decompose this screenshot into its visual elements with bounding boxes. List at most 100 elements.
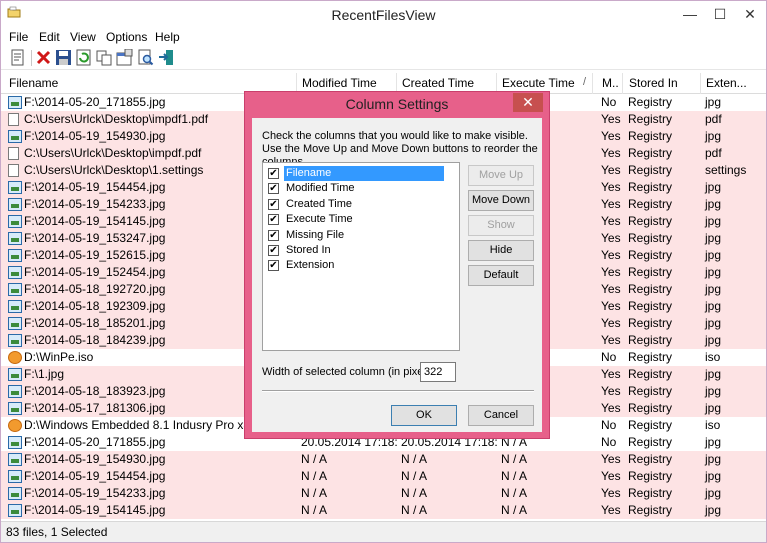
missing-file-cell: Yes [601,146,621,160]
move-down-button[interactable]: Move Down [468,190,534,211]
missing-file-cell: No [601,95,617,109]
column-item-label: Modified Time [286,182,355,195]
dialog-close-button[interactable]: ✕ [513,93,543,112]
column-item-label: Stored In [286,244,331,256]
exit-icon[interactable] [158,49,175,66]
refresh-icon[interactable] [75,49,92,66]
missing-file-cell: Yes [601,503,621,517]
column-checkbox[interactable]: ✔ [268,214,279,226]
stored-in-cell: Registry [628,503,673,517]
column-checklist[interactable]: ✔ Filename ✔ Modified Time ✔ Created Time ✔ Exe… [262,162,460,351]
modified-time-cell: N / A [301,452,328,466]
main-window: RecentFilesView — ☐ ✕ File Edit View Opt… [0,0,767,543]
column-checkbox[interactable]: ✔ [268,245,279,256]
extension-cell: jpg [705,214,722,228]
extension-cell: jpg [705,333,722,347]
extension-cell: jpg [705,452,722,466]
column-checkbox[interactable]: ✔ [268,198,279,210]
filename-cell: F:\2014-05-19_154233.jpg [24,486,166,500]
table-row[interactable]: F:\2014-05-19_154930.jpg N / A N / A N / A Y… [1,451,766,468]
move-up-button[interactable]: Move Up [468,165,534,186]
default-button[interactable]: Default [468,265,534,286]
stored-in-cell: Registry [628,180,673,194]
extension-cell: jpg [705,282,722,296]
missing-file-cell: Yes [601,367,621,381]
menu-help[interactable]: Help [155,30,180,44]
ok-button[interactable]: OK [391,405,457,426]
extension-cell: jpg [705,299,722,313]
stored-in-cell: Registry [628,146,673,160]
column-item[interactable]: ✔ Filename [268,166,444,181]
column-checkbox[interactable]: ✔ [268,260,279,272]
stored-in-cell: Registry [628,384,673,398]
menu-view[interactable]: View [70,30,96,44]
execute-time-cell: N / A [501,469,528,483]
extension-cell: jpg [705,469,722,483]
column-item[interactable]: ✔ Missing File [268,228,344,243]
column-item[interactable]: ✔ Created Time [268,197,352,212]
stored-in-cell: Registry [628,350,673,364]
column-checkbox[interactable]: ✔ [268,183,279,195]
modified-time-cell: N / A [301,503,328,517]
filename-cell: F:\2014-05-19_154930.jpg [24,452,166,466]
extension-cell: jpg [705,486,722,500]
column-item[interactable]: ✔ Stored In [268,243,331,258]
missing-file-cell: Yes [601,248,621,262]
status-bar: 83 files, 1 Selected [1,521,766,542]
column-checkbox[interactable]: ✔ [268,168,279,179]
settings-icon[interactable] [116,49,133,66]
missing-file-cell: Yes [601,452,621,466]
table-row[interactable]: F:\2014-05-19_154145.jpg N / A N / A N / A Y… [1,502,766,519]
extension-cell: jpg [705,316,722,330]
stored-in-cell: Registry [628,265,673,279]
properties-icon[interactable] [9,49,26,66]
column-item[interactable]: ✔ Modified Time [268,181,354,196]
header-missing-file[interactable]: M.. [597,73,623,94]
stored-in-cell: Registry [628,214,673,228]
created-time-cell: N / A [401,486,428,500]
menu-file[interactable]: File [9,30,28,44]
extension-cell: jpg [705,95,722,109]
modified-time-cell: N / A [301,469,328,483]
missing-file-cell: Yes [601,333,621,347]
column-width-label: Width of selected column (in pixels): [262,366,439,378]
missing-file-cell: Yes [601,384,621,398]
column-width-input[interactable]: 322 [420,362,456,382]
column-item[interactable]: ✔ Extension [268,258,334,273]
hide-button[interactable]: Hide [468,240,534,261]
stored-in-cell: Registry [628,248,673,262]
header-stored-in[interactable]: Stored In [624,73,701,94]
missing-file-cell: No [601,350,617,364]
extension-cell: settings [705,163,747,177]
copy-icon[interactable] [96,49,113,66]
header-extension[interactable]: Exten... [701,73,766,94]
missing-file-cell: Yes [601,112,621,126]
show-button[interactable]: Show [468,215,534,236]
maximize-button[interactable]: ☐ [705,1,735,28]
minimize-button[interactable]: — [675,1,705,28]
extension-cell: jpg [705,197,722,211]
column-checkbox[interactable]: ✔ [268,229,279,241]
created-time-cell: N / A [401,469,428,483]
missing-file-cell: Yes [601,316,621,330]
extension-cell: jpg [705,180,722,194]
table-row[interactable]: F:\2014-05-19_154454.jpg N / A N / A N / A Y… [1,468,766,485]
missing-file-cell: Yes [601,197,621,211]
close-button[interactable]: ✕ [735,1,765,28]
save-icon[interactable] [55,49,72,66]
menu-options[interactable]: Options [106,30,147,44]
missing-file-cell: Yes [601,299,621,313]
find-icon[interactable] [137,49,154,66]
cancel-button[interactable]: Cancel [468,405,534,426]
table-row[interactable]: F:\2014-05-19_154233.jpg N / A N / A N / A Y… [1,485,766,502]
column-item[interactable]: ✔ Execute Time [268,212,353,227]
stored-in-cell: Registry [628,316,673,330]
stored-in-cell: Registry [628,469,673,483]
extension-cell: jpg [705,384,722,398]
missing-file-cell: Yes [601,282,621,296]
menu-edit[interactable]: Edit [39,30,60,44]
stored-in-cell: Registry [628,299,673,313]
filename-cell: F:\2014-05-19_154454.jpg [24,469,166,483]
dialog-divider [262,390,534,392]
delete-icon[interactable] [35,49,52,66]
